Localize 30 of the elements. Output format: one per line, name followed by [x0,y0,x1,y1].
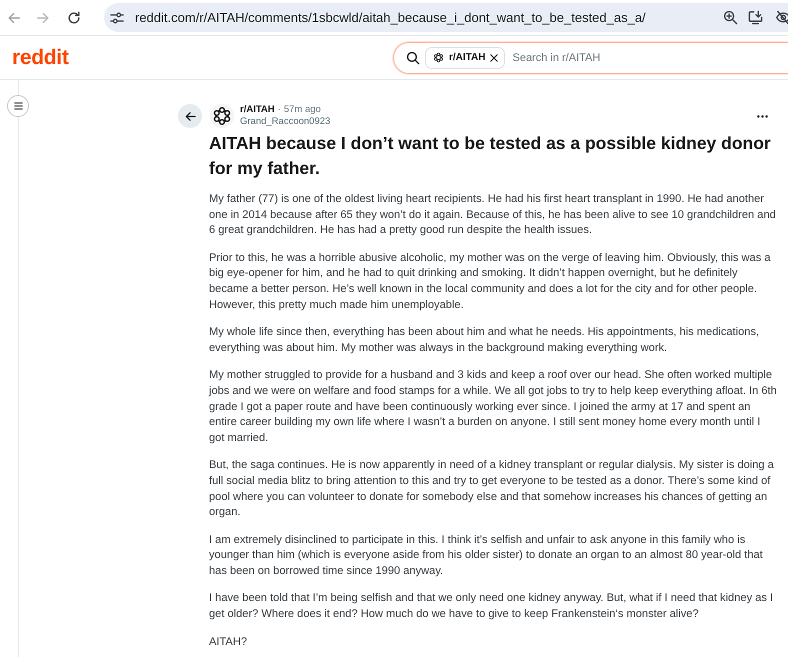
back-button[interactable] [178,104,202,128]
menu-icon [14,102,22,110]
post-paragraph: Prior to this, he was a horrible abusive alcoholic, my mother was on the verge of leaving him. Obviously, this was a big eye-opener for him, and he had to quit drinking and smoking. It didn’t happen overnight, but he definitely became a better person. He’s well known in the local community and does a lot for the city and for other people. However, this pretty much made him unemployable. [209,250,772,313]
dots-ring-icon[interactable] [210,104,234,128]
tune-icon[interactable] [110,10,124,24]
post-paragraph: But, the saga continues. He is now apparently in need of a kidney transplant or regular dialysis. My sister is doing a full social media blitz to bring attention to this and try to get everyone to be tested as a donor. There’s some kind of pool where you can volunteer to donate for somebody else and that somehow increases his chances of getting an organ. [209,458,775,520]
post-title: AITAH because I don’t want to be tested as a possible kidney donor for my father. [209,132,772,180]
eye-slash-icon[interactable] [776,10,788,25]
menu-button[interactable] [7,95,29,117]
search-field[interactable]: r/AITAH Search in r/AITAH [393,42,788,74]
zoom-in-icon[interactable] [723,10,738,25]
meta-separator: · [278,104,281,116]
post-paragraph: I have been told that I’m being selfish and that we only need one kidney anyway. But, what if I need that kidney as I get older? Where does it end? How much do we have to give to keep Frankenstein‘s monster alive? [209,591,774,622]
post-paragraph: AITAH? [209,634,248,650]
close-icon[interactable] [490,54,498,62]
subreddit-link[interactable]: r/AITAH [240,104,275,116]
address-bar[interactable]: reddit.com/r/AITAH/comments/1sbcwld/aitah_because_i_dont_want_to_be_tested_as_a/ [104,3,788,32]
more-icon [757,114,768,118]
post-paragraph: My whole life since then, everything has been about him and what he needs. His appointments, his medications, everything was about him. My mother was always in the background making everything work. [209,325,760,356]
monitor-download-icon[interactable] [748,10,763,25]
author-link[interactable]: Grand_Raccoon0923 [240,116,330,128]
post-paragraph: I am extremely disinclined to participate in this. I think it’s selfish and unfair to ask anyone in this family who is younger than him (which is everyone aside from his older sister) to donate an organ to an almost 80 year-old that has been on borrowed time since 1990 anyway. [209,532,764,579]
search-icon [406,50,420,64]
dots-ring-icon [433,52,444,63]
community-chip[interactable]: r/AITAH [425,46,506,68]
post-time: 57m ago [284,104,321,116]
post-paragraph: My father (77) is one of the oldest living heart recipients. He had his first heart transplant in 1990. He had another one in 2014 because after 65 they won’t do it again. Because of this, he has been alive to see 10 grandchildren and 6 great grandchildren. He has had a pretty good run despite the health issues. [209,192,777,238]
post-paragraph: My mother struggled to provide for a husband and 3 kids and keep a roof over our head. She often worked multiple jobs and we were on welfare and food stamps for a while. We all got jobs to try to help keep everything afloat. In 6th grade I got a paper route and have been continuously working ever since. I joined the army at 17 and spent an entire career building my own life where I wasn’t a burden on anyone. I still sent money home every month until I got married. [209,368,778,446]
reload-icon[interactable] [67,10,81,24]
back-arrow-icon [184,110,196,122]
